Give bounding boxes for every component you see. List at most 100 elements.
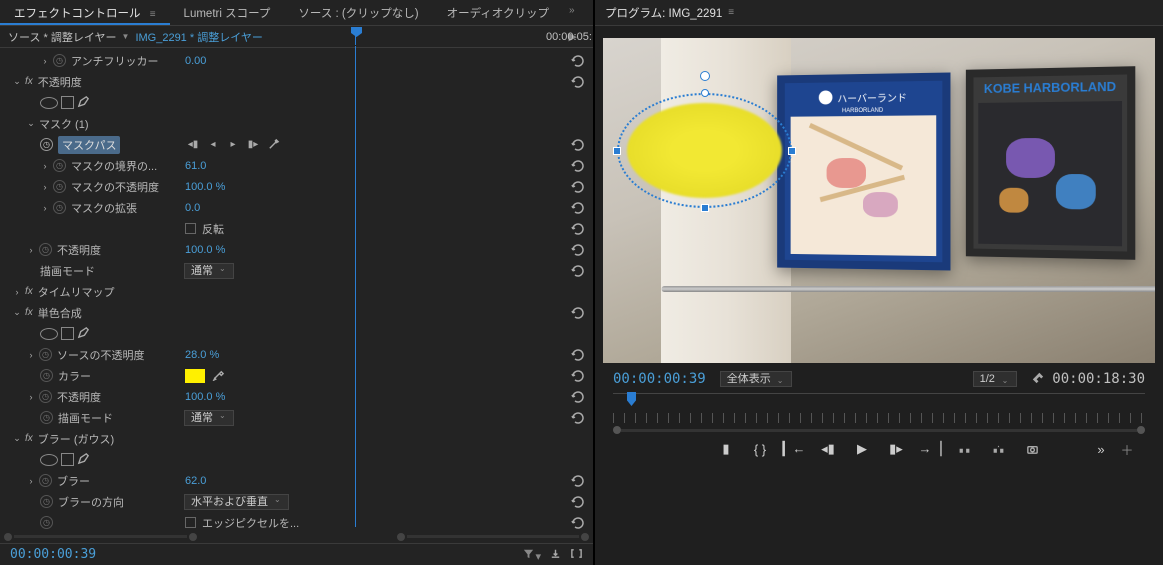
fx-badge[interactable]: fx — [25, 286, 33, 297]
stopwatch-icon[interactable]: ◷ — [53, 54, 66, 67]
filter-icon[interactable]: ▾ — [522, 547, 541, 563]
stopwatch-icon[interactable]: ◷ — [39, 348, 52, 361]
fx-badge[interactable]: fx — [25, 433, 33, 444]
sc-blend-select[interactable]: 通常 — [184, 410, 234, 426]
fx-badge[interactable]: fx — [25, 307, 33, 318]
play-icon[interactable]: ▶ — [852, 440, 872, 458]
prop-mask-path[interactable]: マスクパス — [58, 136, 120, 154]
mark-in-icon[interactable]: ▮ — [716, 440, 736, 458]
val-anti-flicker[interactable]: 0.00 — [185, 55, 206, 67]
stopwatch-icon[interactable]: ◷ — [40, 138, 53, 151]
expand-toggle[interactable]: › — [26, 245, 36, 255]
val-sc-opacity[interactable]: 100.0 % — [185, 391, 225, 403]
tab-effect-controls[interactable]: エフェクトコントロール ≡ — [0, 0, 170, 25]
stopwatch-icon[interactable]: ◷ — [53, 180, 66, 193]
expand-toggle[interactable]: › — [26, 392, 36, 402]
mask-rotate-handle[interactable] — [700, 71, 710, 81]
expand-toggle[interactable]: › — [26, 476, 36, 486]
reset-button[interactable] — [569, 390, 585, 404]
tab-source[interactable]: ソース : (クリップなし) — [284, 0, 432, 25]
expand-toggle[interactable]: ⌄ — [12, 433, 22, 444]
reset-button[interactable] — [569, 348, 585, 362]
repeat-edge-checkbox[interactable] — [185, 517, 196, 528]
color-swatch[interactable] — [185, 369, 205, 383]
tab-lumetri-scopes[interactable]: Lumetri スコープ — [170, 0, 285, 25]
left-timecode[interactable]: 00:00:00:39 — [10, 547, 96, 562]
ellipse-mask-icon[interactable] — [40, 454, 58, 466]
tabs-overflow-icon[interactable]: » — [563, 0, 581, 25]
reset-button[interactable] — [569, 75, 585, 89]
go-in-icon[interactable]: ▎← — [784, 440, 804, 458]
zoom-scroll[interactable] — [613, 426, 1145, 434]
reset-button[interactable] — [569, 54, 585, 68]
reset-button[interactable] — [569, 516, 585, 530]
reset-button[interactable] — [569, 306, 585, 320]
reset-button[interactable] — [569, 222, 585, 236]
mark-out-icon[interactable]: { } — [750, 440, 770, 458]
ellipse-mask-icon[interactable] — [40, 328, 58, 340]
reset-button[interactable] — [569, 243, 585, 257]
go-out-icon[interactable]: →▕ — [920, 440, 940, 458]
stopwatch-icon[interactable]: ◷ — [39, 390, 52, 403]
val-mask-opacity[interactable]: 100.0 % — [185, 181, 225, 193]
stopwatch-icon[interactable]: ◷ — [40, 516, 53, 529]
expand-toggle[interactable]: › — [12, 287, 22, 297]
track-back-icon[interactable]: ◂▮ — [185, 138, 201, 152]
stopwatch-icon[interactable]: ◷ — [40, 369, 53, 382]
rect-mask-icon[interactable] — [61, 327, 74, 340]
reset-button[interactable] — [569, 159, 585, 173]
expand-toggle[interactable]: ⌄ — [12, 307, 22, 318]
mask-handle[interactable] — [701, 89, 709, 97]
expand-toggle[interactable]: › — [40, 161, 50, 171]
expand-toggle[interactable]: › — [26, 350, 36, 360]
fx-badge[interactable]: fx — [25, 76, 33, 87]
program-time-current[interactable]: 00:00:00:39 — [613, 371, 706, 387]
step-back-icon[interactable]: ◂▮ — [818, 440, 838, 458]
reset-button[interactable] — [569, 264, 585, 278]
export-icon[interactable] — [549, 547, 562, 563]
stopwatch-icon[interactable]: ◷ — [40, 411, 53, 424]
expand-toggle[interactable]: › — [40, 203, 50, 213]
extract-icon[interactable] — [988, 440, 1008, 458]
lift-icon[interactable] — [954, 440, 974, 458]
stopwatch-icon[interactable]: ◷ — [53, 159, 66, 172]
mask-handle[interactable] — [788, 147, 796, 155]
step-fwd-icon[interactable]: ▮▸ — [886, 440, 906, 458]
expand-toggle[interactable]: ⌄ — [12, 76, 22, 87]
resolution-select[interactable]: 1/2 — [973, 371, 1017, 387]
stopwatch-icon[interactable]: ◷ — [40, 495, 53, 508]
add-icon[interactable]: ＋ — [1117, 440, 1137, 458]
expand-toggle[interactable]: ⌄ — [26, 118, 36, 129]
reset-button[interactable] — [569, 180, 585, 194]
reset-button[interactable] — [569, 474, 585, 488]
program-timeline[interactable] — [613, 393, 1145, 411]
expand-toggle[interactable]: › — [40, 56, 50, 66]
bracket-icon[interactable] — [570, 547, 583, 563]
mask-overlay[interactable] — [617, 93, 792, 208]
track-fwd-icon[interactable]: ▮▸ — [245, 138, 261, 152]
track-play-icon[interactable]: ▸ — [225, 138, 241, 152]
track-prev-icon[interactable]: ◂ — [205, 138, 221, 152]
blend-mode-select[interactable]: 通常 — [184, 263, 234, 279]
val-opacity[interactable]: 100.0 % — [185, 244, 225, 256]
val-mask-feather[interactable]: 61.0 — [185, 160, 206, 172]
playhead-icon[interactable] — [627, 392, 636, 406]
reset-button[interactable] — [569, 411, 585, 425]
pen-mask-icon[interactable] — [77, 95, 90, 111]
reset-button[interactable] — [569, 201, 585, 215]
source-clip-name[interactable]: IMG_2291 * 調整レイヤー — [135, 29, 262, 45]
tab-audio-clip[interactable]: オーディオクリップ — [433, 0, 563, 25]
mask-handle[interactable] — [701, 204, 709, 212]
expand-toggle[interactable]: › — [40, 182, 50, 192]
val-mask-expansion[interactable]: 0.0 — [185, 202, 200, 214]
horiz-scroll[interactable] — [0, 530, 593, 543]
stopwatch-icon[interactable]: ◷ — [39, 474, 52, 487]
panel-menu-icon[interactable]: ≡ — [728, 7, 734, 18]
blur-dir-select[interactable]: 水平および垂直 — [184, 494, 289, 510]
rect-mask-icon[interactable] — [61, 96, 74, 109]
rect-mask-icon[interactable] — [61, 453, 74, 466]
program-viewer[interactable]: ハーバーランド HARBORLAND KOBE HARBORLAND — [595, 26, 1163, 565]
invert-checkbox[interactable] — [185, 223, 196, 234]
settings-icon[interactable] — [1031, 371, 1044, 387]
val-source-opacity[interactable]: 28.0 % — [185, 349, 219, 361]
